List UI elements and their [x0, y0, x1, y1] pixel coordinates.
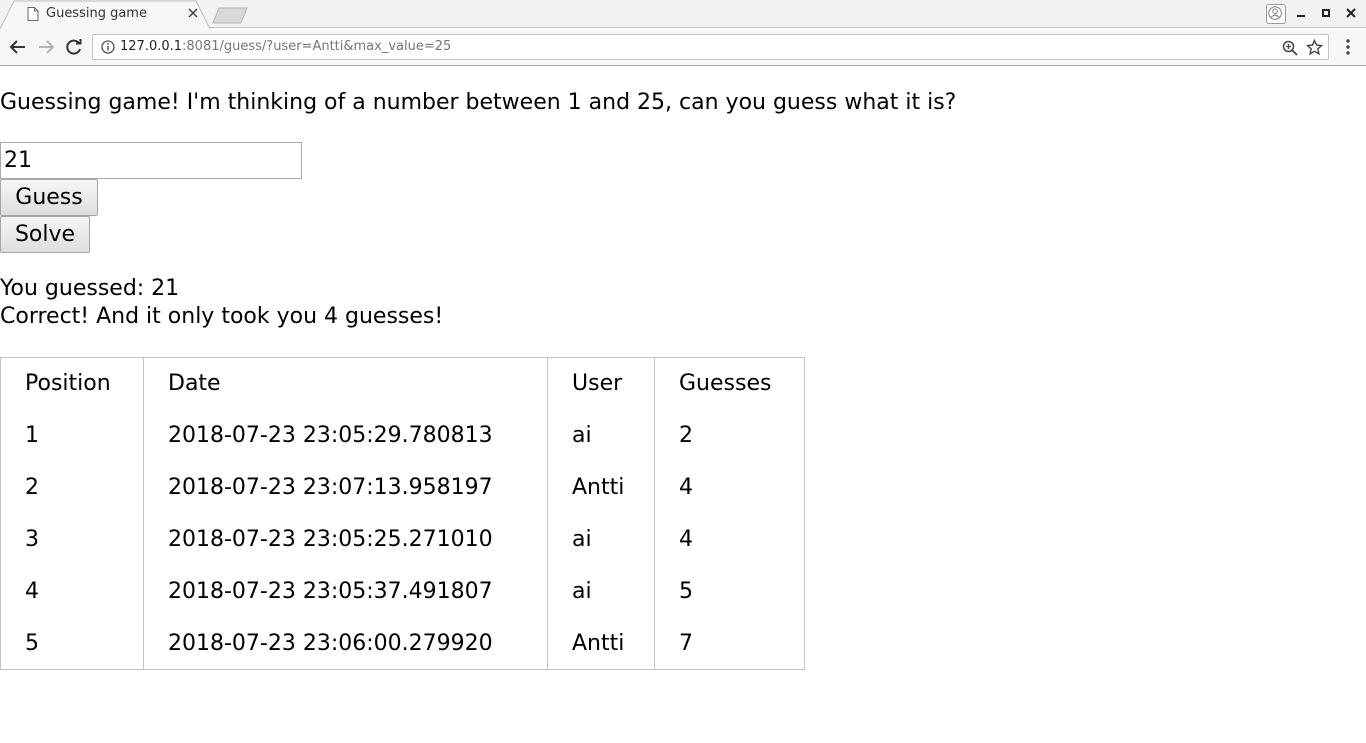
guess-button[interactable]: Guess — [0, 179, 98, 216]
table-row: 3 2018-07-23 23:05:25.271010 ai 4 — [1, 513, 805, 566]
reload-icon[interactable] — [65, 38, 83, 56]
header-guesses: Guesses — [654, 357, 805, 410]
leaderboard-table: Position Date User Guesses 1 2018-07-23 … — [0, 357, 805, 670]
info-icon[interactable] — [101, 40, 115, 54]
guess-input[interactable] — [0, 142, 302, 179]
zoom-icon[interactable] — [1282, 40, 1298, 56]
cell-position: 3 — [25, 527, 39, 552]
cell-date: 2018-07-23 23:05:25.271010 — [143, 513, 548, 566]
header-position: Position — [25, 371, 111, 397]
cell-guesses: 4 — [654, 513, 805, 566]
back-icon[interactable] — [9, 38, 27, 56]
table-row: 4 2018-07-23 23:05:37.491807 ai 5 — [1, 565, 805, 618]
menu-icon[interactable] — [1340, 38, 1356, 56]
cell-date: 2018-07-23 23:05:37.491807 — [143, 565, 548, 618]
cell-user: ai — [547, 513, 655, 566]
browser-toolbar: 127.0.0.1:8081/guess/?user=Antti&max_val… — [0, 29, 1366, 66]
cell-position: 5 — [25, 630, 39, 656]
cell-date: 2018-07-23 23:06:00.279920 — [143, 617, 548, 670]
intro-text: Guessing game! I'm thinking of a number … — [0, 90, 957, 115]
table-row: 5 2018-07-23 23:06:00.279920 Antti 7 — [1, 617, 805, 670]
forward-icon[interactable] — [37, 38, 55, 56]
minimize-icon[interactable] — [1294, 6, 1308, 20]
cell-guesses: 7 — [654, 617, 805, 670]
cell-user: Antti — [547, 617, 655, 670]
window-close-icon[interactable] — [1344, 6, 1358, 20]
url-host: 127.0.0.1 — [120, 39, 183, 54]
cell-date: 2018-07-23 23:07:13.958197 — [143, 461, 548, 514]
table-row: 2 2018-07-23 23:07:13.958197 Antti 4 — [1, 461, 805, 514]
url-text[interactable]: 127.0.0.1:8081/guess/?user=Antti&max_val… — [120, 39, 451, 54]
header-date: Date — [143, 357, 548, 410]
cell-user: ai — [547, 565, 655, 618]
header-user: User — [547, 357, 655, 410]
cell-guesses: 2 — [654, 409, 805, 462]
url-path: :8081/guess/?user=Antti&max_value=25 — [182, 39, 452, 54]
table-header-row: Position Date User Guesses — [1, 357, 805, 410]
solve-button[interactable]: Solve — [0, 216, 90, 253]
maximize-icon[interactable] — [1319, 6, 1333, 20]
cell-position: 2 — [25, 475, 39, 500]
cell-user: Antti — [547, 461, 655, 514]
cell-guesses: 4 — [654, 461, 805, 514]
tab-title: Guessing game — [46, 6, 147, 21]
page-icon — [27, 7, 39, 21]
table-row: 1 2018-07-23 23:05:29.780813 ai 2 — [1, 409, 805, 462]
cell-position: 4 — [25, 579, 39, 604]
address-bar[interactable]: 127.0.0.1:8081/guess/?user=Antti&max_val… — [92, 34, 1329, 60]
correct-message: Correct! And it only took you 4 guesses! — [0, 304, 444, 329]
profile-icon[interactable] — [1266, 4, 1286, 24]
cell-position: 1 — [25, 423, 39, 448]
page-content: Guessing game! I'm thinking of a number … — [0, 66, 1366, 743]
cell-guesses: 5 — [654, 565, 805, 618]
tab-strip: Guessing game — [0, 0, 1366, 29]
new-tab-icon[interactable] — [212, 7, 248, 24]
cell-user: ai — [547, 409, 655, 462]
close-icon[interactable] — [186, 6, 200, 20]
guess-result: You guessed: 21 — [0, 276, 180, 301]
star-icon[interactable] — [1306, 39, 1323, 56]
cell-date: 2018-07-23 23:05:29.780813 — [143, 409, 548, 462]
